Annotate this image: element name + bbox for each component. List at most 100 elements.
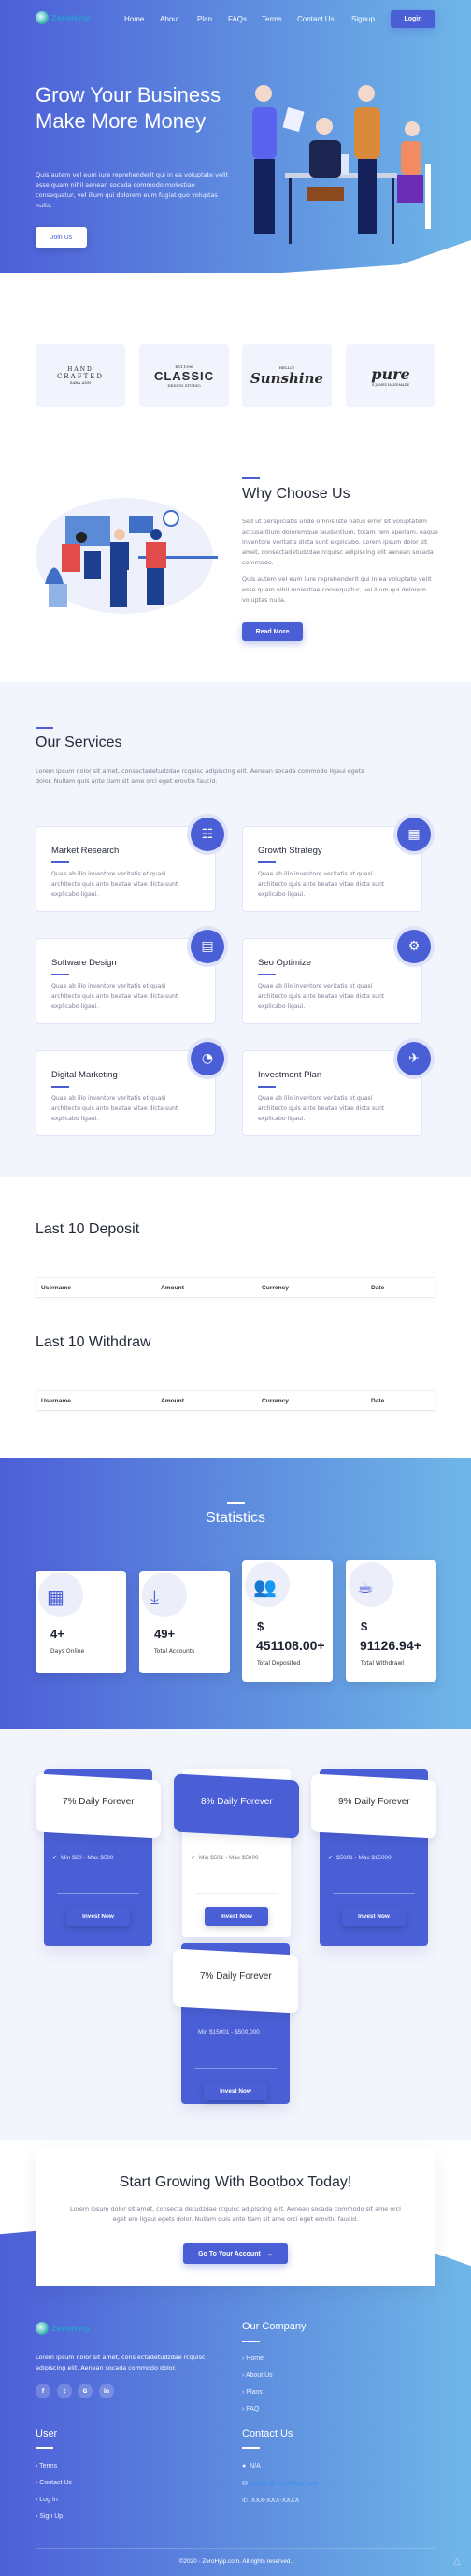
invest-now-button[interactable]: Invest Now	[342, 1907, 406, 1926]
check-icon: ✓	[191, 1855, 196, 1861]
why-text-1: Sed ut perspiciatis unde omnis iste natu…	[242, 518, 438, 566]
deposit-table-header: Username Amount Currency Date	[36, 1277, 435, 1298]
plan-feature: ✓ Min $501 - Max $5000	[191, 1855, 259, 1861]
column-header: Username	[41, 1285, 71, 1291]
column-header: Amount	[161, 1285, 184, 1291]
nav-signup[interactable]: Signup	[351, 15, 375, 23]
check-icon: ✓	[52, 1855, 58, 1861]
cta-box: Start Growing With Bootbox Today! Lorem …	[36, 2146, 435, 2286]
statistics-title: Statistics	[205, 1510, 265, 1526]
map-pin-icon: ●	[242, 2463, 247, 2469]
office-illustration	[36, 498, 218, 614]
column-header: Currency	[262, 1398, 289, 1404]
service-title: Seo Optimize	[258, 958, 312, 968]
footer-link-terms[interactable]: › Terms	[36, 2463, 57, 2469]
footer-logo[interactable]: ZeroHyip	[36, 2322, 90, 2335]
service-card: Seo Optimize Quae ab illo inventore verit…	[242, 926, 435, 1024]
stat-card-total-deposited: 👥 $ 451108.00+ Total Deposited	[242, 1560, 333, 1682]
invest-now-button[interactable]: Invest Now	[66, 1907, 130, 1926]
hero-text: Quis autem vel eum iure reprehenderit qu…	[36, 171, 229, 209]
footer-accent-line	[242, 2447, 260, 2449]
service-text: Quae ab illo inventore veritatis et quas…	[258, 1095, 385, 1122]
meeting-icon: ☷	[187, 814, 228, 855]
nav-plan[interactable]: Plan	[197, 15, 212, 23]
footer-link-home[interactable]: › Home	[242, 2355, 264, 2362]
envelope-icon: ✉	[242, 2481, 248, 2487]
services-title: Our Services	[36, 734, 122, 750]
nav-about[interactable]: About	[160, 15, 179, 23]
plan-title: 9% Daily Forever	[337, 1796, 410, 1807]
deposit-title: Last 10 Deposit	[36, 1221, 140, 1237]
plan-divider	[195, 1893, 278, 1894]
check-icon: ✓	[328, 1855, 334, 1861]
service-title: Growth Strategy	[258, 846, 322, 856]
footer-email[interactable]: ✉ admin@ ZeroHyip.com	[242, 2480, 318, 2487]
footer-address: ● N/A	[242, 2463, 261, 2469]
scroll-top-icon[interactable]: △	[453, 2556, 461, 2567]
footer-accent-line	[242, 2341, 260, 2342]
service-accent-line	[51, 861, 69, 863]
service-card: Software Design Quae ab illo inventore ve…	[36, 926, 228, 1024]
stat-card-total-accounts: ⤓ 49+ Total Accounts	[139, 1571, 230, 1673]
partner-logo-handcrafted: HAND CRAFTED SARA ANN	[36, 344, 125, 407]
footer-link-login[interactable]: › Log In	[36, 2497, 58, 2503]
service-accent-line	[51, 1086, 69, 1088]
footer-about: Lorem ipsum dolor sit amet, cons ectadet…	[36, 2354, 206, 2371]
column-header: Username	[41, 1398, 71, 1404]
seo-icon: ⚙	[393, 926, 435, 967]
footer-phone: ✆ XXX-XXX-XXXX	[242, 2498, 300, 2504]
section-accent-line	[242, 477, 260, 479]
service-text: Quae ab illo inventore veritatis et quas…	[51, 1095, 178, 1122]
cta-text: Lorem ipsum dolor sit amet, consecta det…	[70, 2205, 401, 2223]
plan-feature: Min $15001 - $500,000	[198, 2029, 260, 2036]
footer-link-about[interactable]: › About Us	[242, 2372, 273, 2379]
twitter-icon[interactable]: t	[57, 2384, 72, 2398]
plan-header: 9% Daily Forever	[311, 1773, 436, 1839]
invest-now-button[interactable]: Invest Now	[205, 1907, 268, 1926]
footer-link-signup[interactable]: › Sign Up	[36, 2513, 63, 2520]
phone-icon: ✆	[242, 2498, 248, 2504]
read-more-button[interactable]: Read More	[242, 622, 303, 641]
login-button[interactable]: Login	[391, 10, 435, 28]
plan-title: 7% Daily Forever	[62, 1796, 135, 1807]
instagram-icon[interactable]: in	[99, 2384, 114, 2398]
footer-accent-line	[36, 2447, 53, 2449]
nav-home[interactable]: Home	[124, 15, 144, 23]
column-header: Amount	[161, 1398, 184, 1404]
handshake-growth-icon: ✈	[393, 1038, 435, 1079]
go-to-account-button[interactable]: Go To Your Account →	[183, 2243, 288, 2264]
withdraw-title: Last 10 Withdraw	[36, 1334, 151, 1350]
partner-logo-pure: pure S.JAMES HANDMADE	[346, 344, 435, 407]
nav-contact[interactable]: Contact Us	[297, 15, 335, 23]
partner-logo-sunshine: HELLO! Sunshine	[242, 344, 332, 407]
design-icon: ▤	[187, 926, 228, 967]
google-icon[interactable]: G	[78, 2384, 93, 2398]
service-accent-line	[258, 974, 276, 975]
plan-header: 7% Daily Forever	[36, 1773, 161, 1839]
plan-feature: ✓ $5001 - Max $15000	[328, 1855, 392, 1861]
service-title: Investment Plan	[258, 1070, 322, 1080]
hero-title: Grow Your Business Make More Money	[36, 83, 221, 133]
column-header: Date	[371, 1398, 385, 1404]
plan-feature: ✓ Min $20 - Max $500	[52, 1855, 114, 1861]
footer-link-faq[interactable]: › FAQ	[242, 2406, 259, 2412]
plan-title: 7% Daily Forever	[199, 1971, 272, 1982]
column-header: Currency	[262, 1285, 289, 1291]
cta-title: Start Growing With Bootbox Today!	[119, 2174, 352, 2190]
document-icon: ▦	[47, 1586, 64, 1608]
nav-faqs[interactable]: FAQs	[228, 15, 247, 23]
join-us-button[interactable]: Join Us	[36, 227, 87, 248]
footer-link-plans[interactable]: › Plans	[242, 2389, 263, 2396]
service-card: Market Research Quae ab illo inventore ve…	[36, 814, 228, 912]
service-accent-line	[51, 974, 69, 975]
footer-link-contact[interactable]: › Contact Us	[36, 2480, 72, 2486]
stat-card-days-online: ▦ 4+ Days Online	[36, 1571, 126, 1673]
arrow-right-icon: →	[265, 2250, 273, 2257]
plan-divider	[194, 2068, 277, 2069]
facebook-icon[interactable]: f	[36, 2384, 50, 2398]
invest-now-button[interactable]: Invest Now	[204, 2082, 267, 2100]
nav-terms[interactable]: Terms	[262, 15, 282, 23]
plan-title: 8% Daily Forever	[200, 1796, 273, 1807]
logo[interactable]: ZeroHyip	[36, 11, 90, 24]
service-title: Software Design	[51, 958, 117, 968]
